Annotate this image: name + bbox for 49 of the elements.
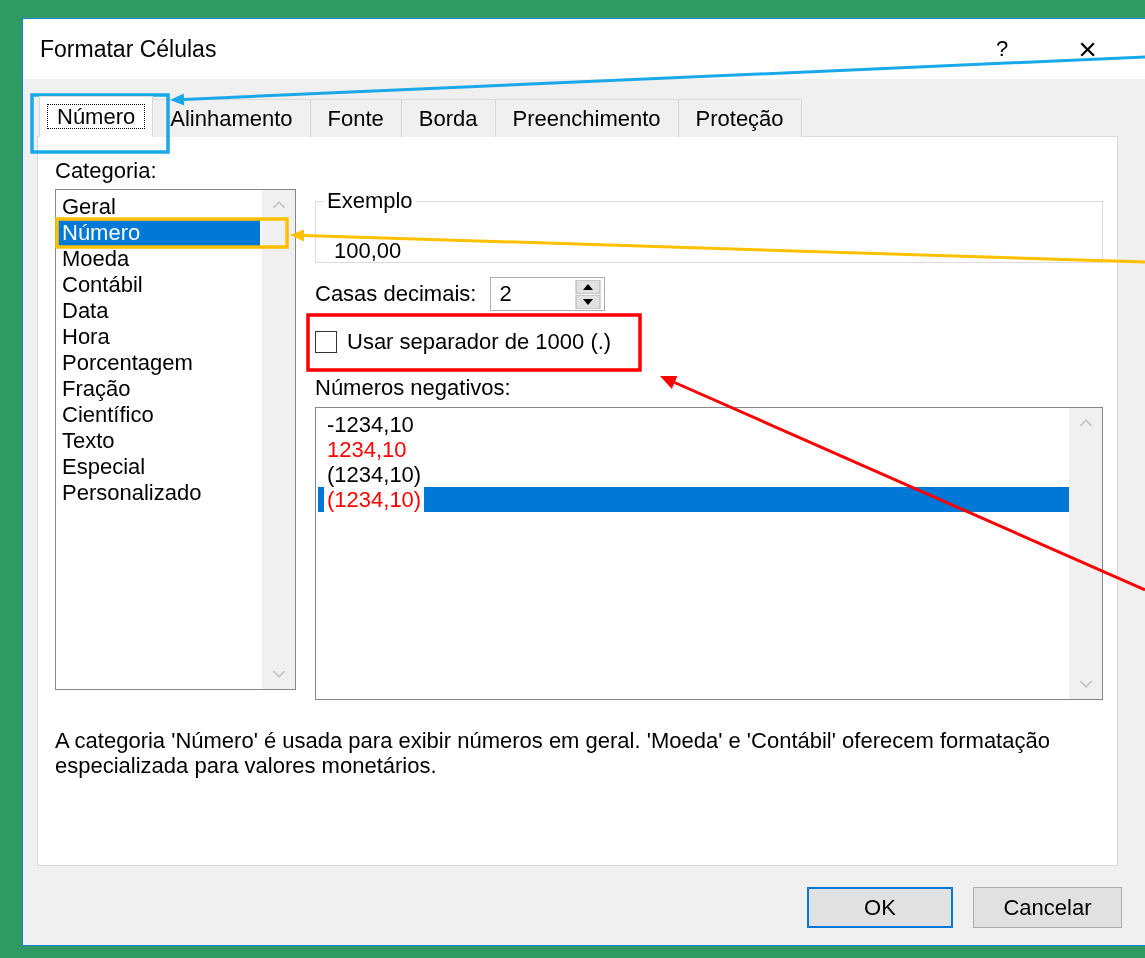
category-list[interactable]: Geral Número Moeda Contábil Data Hora Porcentagem Fração Científico Texto Especial Personalizado [55,189,296,690]
tab[interactable]: Fonte [309,99,402,137]
tab[interactable]: Número [39,96,154,137]
increment-icon[interactable] [575,279,602,294]
tab[interactable]: Preenchimento [494,99,679,137]
category-label: Categoria: [55,158,158,184]
tab[interactable]: Proteção [677,99,802,137]
help-button[interactable]: ? [996,36,1009,62]
format-sample-text: (1234,10) [324,487,425,512]
window-title: Formatar Células [40,35,218,63]
format-sample-text: (1234,10) [327,462,422,487]
category-item[interactable]: Texto [56,428,262,454]
tab[interactable]: Alinhamento [152,99,311,137]
checkbox[interactable] [315,331,337,353]
scrollbar[interactable] [1069,408,1102,699]
negative-numbers-list[interactable]: -1234,10 1234,10 (1234,10) (1234,10) [315,407,1103,700]
category-item[interactable]: Contábil [56,272,262,298]
scrollbar[interactable] [262,190,295,689]
close-button[interactable]: × [1078,33,1097,65]
scroll-down-icon[interactable] [1078,680,1093,689]
negative-format-item[interactable]: 1234,10 [318,437,1069,462]
category-item[interactable]: Moeda [56,246,262,272]
description-text: A categoria 'Número' é usada para exibir números em geral. 'Moeda' e 'Contábil' oferecem formatação especializada para valores monetários. [55,728,1051,778]
category-item[interactable]: Especial [56,454,262,480]
decrement-icon[interactable] [575,294,602,309]
decimals-spinner[interactable]: 2 [490,277,606,311]
category-item[interactable]: Data [56,298,262,324]
category-item[interactable]: Número [56,220,260,246]
negative-format-item[interactable]: (1234,10) [318,462,1069,487]
checkbox-label: Usar separador de 1000 (.) [347,329,612,355]
category-item[interactable]: Fração [56,376,262,402]
scroll-up-icon[interactable] [271,200,286,209]
format-sample-text: 1234,10 [327,437,407,462]
negative-numbers-label: Números negativos: [315,375,512,401]
category-item[interactable]: Personalizado [56,480,262,506]
sample-value: 100,00 [334,241,402,261]
tab[interactable]: Borda [400,99,496,137]
category-item[interactable]: Porcentagem [56,350,262,376]
negative-format-item[interactable]: -1234,10 [318,412,1069,437]
decimals-label: Casas decimais: [315,281,477,307]
category-item[interactable]: Hora [56,324,262,350]
scroll-down-icon[interactable] [271,670,286,679]
format-sample-text: -1234,10 [327,412,414,437]
scroll-up-icon[interactable] [1078,418,1093,427]
category-item[interactable]: Geral [56,194,262,220]
dialog-button[interactable]: OK [807,887,953,928]
category-item[interactable]: Científico [56,402,262,428]
dialog-button[interactable]: Cancelar [973,887,1122,928]
negative-format-item[interactable]: (1234,10) [318,487,1069,512]
